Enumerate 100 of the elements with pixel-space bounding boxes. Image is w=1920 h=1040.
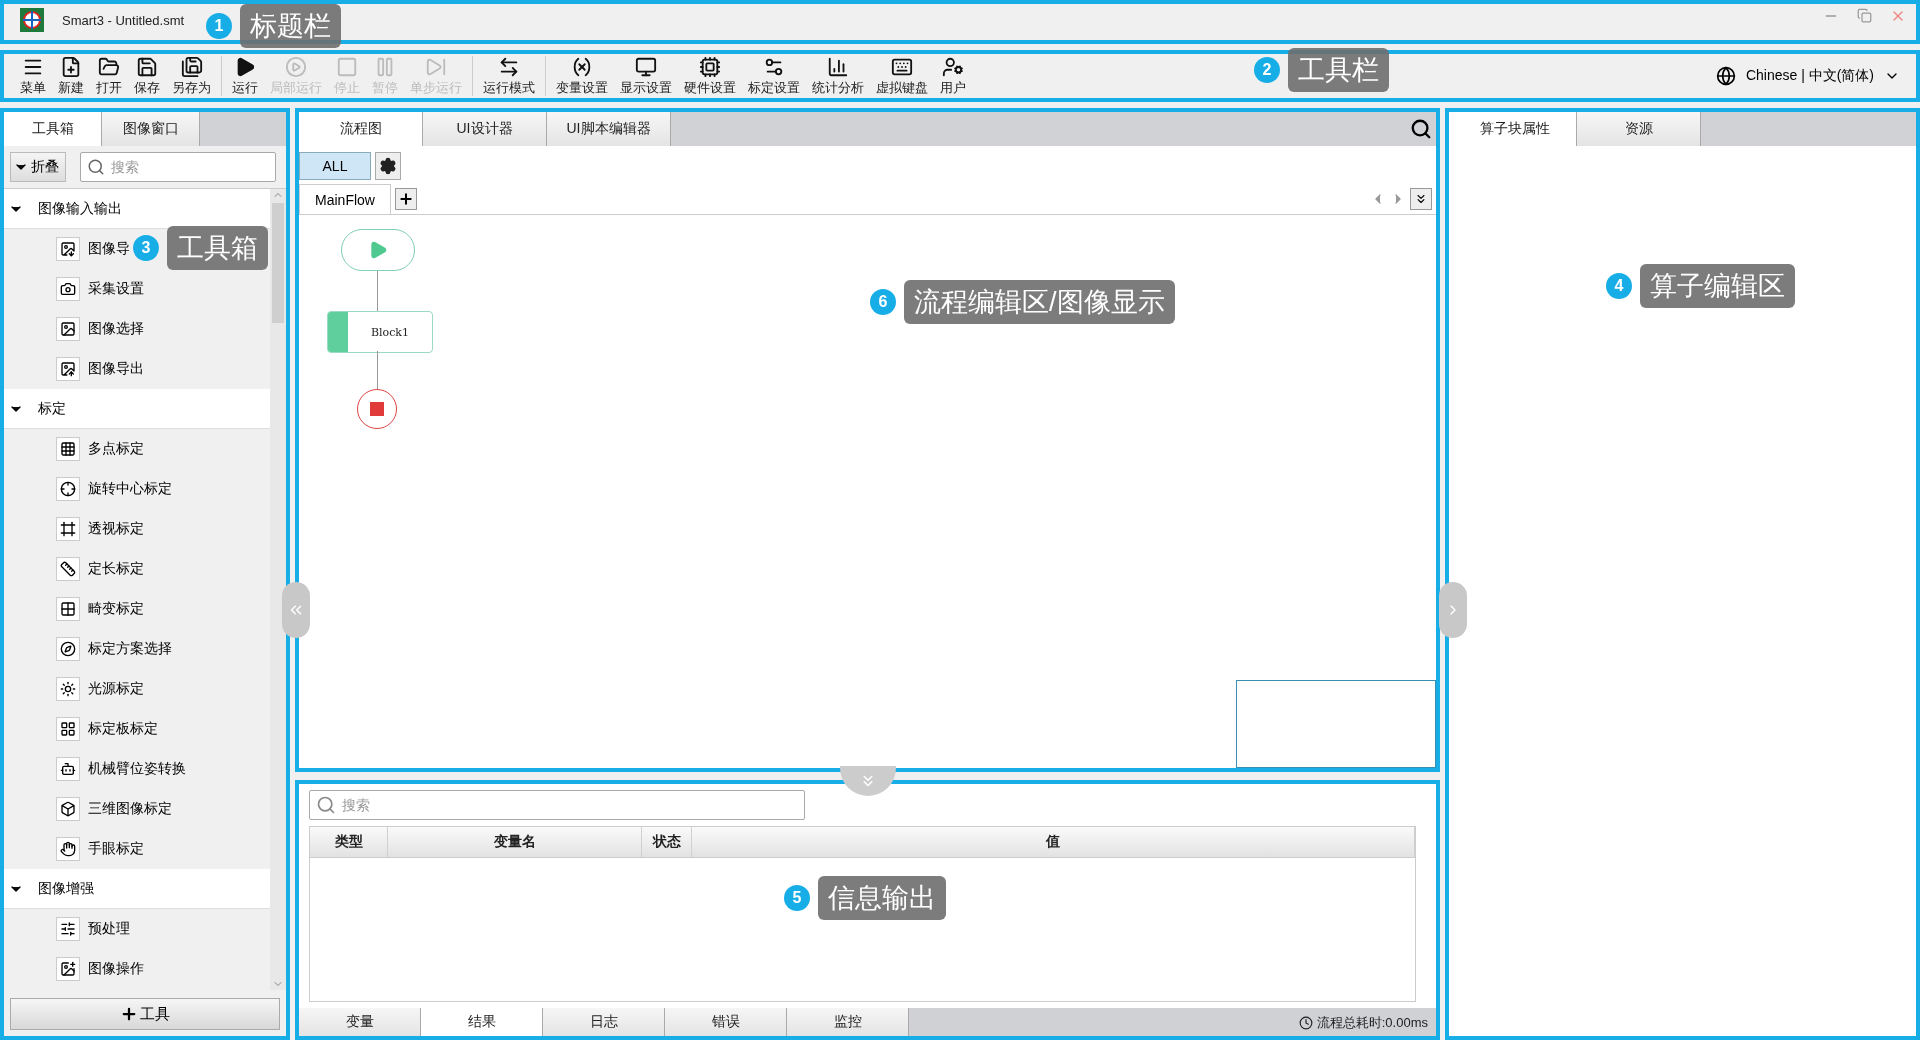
editor-tab[interactable]: UI设计器 [423, 112, 547, 146]
panel-tab[interactable]: 工具箱 [4, 112, 102, 146]
plus-icon [120, 1005, 138, 1023]
settings-button[interactable] [375, 152, 401, 180]
search-icon [316, 795, 336, 815]
minimap[interactable] [1236, 680, 1436, 768]
toolbar-button[interactable]: 用户 [934, 54, 972, 98]
tool-item[interactable]: 图像导出 [56, 349, 148, 389]
toolbar-button[interactable]: 变量设置 [550, 54, 614, 98]
tool-item[interactable]: 旋转中心标定 [56, 469, 176, 509]
callout-label: 标题栏 [240, 4, 341, 48]
toolbar-button[interactable]: 硬件设置 [678, 54, 742, 98]
frame-icon [56, 517, 80, 541]
robot-icon [56, 757, 80, 781]
tree-group[interactable]: 图像输入输出 [4, 189, 270, 229]
tree-group[interactable]: 图像增强 [4, 869, 270, 909]
tool-item[interactable]: 三维图像标定 [56, 789, 176, 829]
cube-icon [56, 797, 80, 821]
tool-item[interactable]: 定长标定 [56, 549, 148, 589]
output-tab[interactable]: 结果 [421, 1008, 543, 1036]
double-chevron-icon [1414, 192, 1428, 206]
scrollbar[interactable] [270, 189, 286, 990]
globe-icon [1715, 66, 1736, 86]
output-tab[interactable]: 监控 [787, 1008, 909, 1036]
restore-icon[interactable] [1857, 8, 1872, 23]
toolbar-button[interactable]: 显示设置 [614, 54, 678, 98]
add-flow-button[interactable] [395, 188, 417, 210]
toolbar-button[interactable]: 虚拟键盘 [870, 54, 934, 98]
tree-group[interactable]: 标定 [4, 389, 270, 429]
output-tab[interactable]: 变量 [299, 1008, 421, 1036]
scroll-thumb[interactable] [272, 203, 284, 323]
column-header: 状态 [642, 827, 692, 857]
tool-item[interactable]: 机械臂位姿转换 [56, 749, 190, 789]
sliders-icon [763, 56, 785, 78]
arrows-icon [498, 56, 520, 78]
callout-label: 算子编辑区 [1640, 264, 1795, 308]
collapse-button[interactable]: 折叠 [10, 152, 66, 182]
search-input[interactable]: 搜索 [109, 158, 269, 176]
tool-item[interactable]: 标定方案选择 [56, 629, 176, 669]
column-header: 值 [692, 827, 1415, 857]
panel-tab[interactable]: 图像窗口 [102, 112, 200, 146]
toolbar-button[interactable]: 新建 [52, 54, 90, 98]
tool-item[interactable]: 多点标定 [56, 429, 148, 469]
stop-icon [370, 402, 384, 416]
toolbar-button[interactable]: 运行模式 [477, 54, 541, 98]
tool-item[interactable]: 标定板标定 [56, 709, 162, 749]
column-header: 变量名 [388, 827, 642, 857]
monitor-icon [635, 56, 657, 78]
editor-tab[interactable]: 流程图 [299, 112, 423, 146]
flow-tab[interactable]: MainFlow [299, 184, 391, 214]
collapse-handle[interactable] [839, 766, 896, 796]
toolbar-button[interactable]: 另存为 [166, 54, 217, 98]
tool-item[interactable]: 采集设置 [56, 269, 148, 309]
output-tab[interactable]: 日志 [543, 1008, 665, 1036]
start-node[interactable] [341, 229, 415, 271]
toolbar-button[interactable]: 菜单 [14, 54, 52, 98]
variable-icon [571, 56, 593, 78]
callout-label: 流程编辑区/图像显示 [904, 280, 1175, 324]
sun-icon [56, 677, 80, 701]
expand-button[interactable] [1410, 188, 1432, 210]
filter-button[interactable]: ALL [299, 152, 371, 180]
toolbar-button[interactable]: 统计分析 [806, 54, 870, 98]
tool-item[interactable]: 图像操作 [56, 949, 148, 989]
block-node[interactable]: Block1 [327, 311, 433, 353]
output-tab[interactable]: 错误 [665, 1008, 787, 1036]
app-logo [20, 8, 44, 32]
save-as-icon [180, 56, 203, 78]
search-input[interactable]: 搜索 [340, 796, 798, 814]
toolbar-button[interactable]: 打开 [90, 54, 128, 98]
panel-tab[interactable]: 算子块属性 [1453, 112, 1577, 146]
language-dropdown[interactable]: Chinese | 中文(简体) [1709, 54, 1906, 98]
tool-item[interactable]: 透视标定 [56, 509, 148, 549]
expand-handle[interactable] [1439, 582, 1467, 638]
play-circle-icon [285, 56, 307, 78]
search-icon [1410, 118, 1432, 140]
stop-node[interactable] [357, 389, 397, 429]
image-download-icon [56, 237, 80, 261]
toolbar-button[interactable]: 保存 [128, 54, 166, 98]
tool-item[interactable]: 手眼标定 [56, 829, 148, 869]
toolbar-button[interactable]: 运行 [226, 54, 264, 98]
tool-item[interactable]: 光源标定 [56, 669, 148, 709]
editor-tab[interactable]: UI脚本编辑器 [547, 112, 671, 146]
search-field[interactable]: 搜索 [80, 152, 276, 182]
tool-item[interactable]: 图像选择 [56, 309, 148, 349]
column-header: 类型 [310, 827, 388, 857]
collapse-handle[interactable] [282, 582, 310, 638]
toolbar-button[interactable]: 标定设置 [742, 54, 806, 98]
hand-icon [56, 837, 80, 861]
new-file-icon [60, 56, 82, 78]
tool-item[interactable]: 图像导 [56, 229, 134, 269]
keyboard-icon [891, 56, 913, 78]
stop-icon [336, 56, 358, 78]
search-field[interactable]: 搜索 [309, 790, 805, 820]
plus-icon [398, 191, 414, 207]
panel-tab[interactable]: 资源 [1577, 112, 1701, 146]
add-tool-button[interactable]: 工具 [10, 998, 280, 1030]
callout-label: 工具箱 [167, 226, 268, 270]
tool-item[interactable]: 预处理 [56, 909, 134, 949]
tool-item[interactable]: 畸变标定 [56, 589, 148, 629]
callout-label: 信息输出 [818, 876, 946, 920]
